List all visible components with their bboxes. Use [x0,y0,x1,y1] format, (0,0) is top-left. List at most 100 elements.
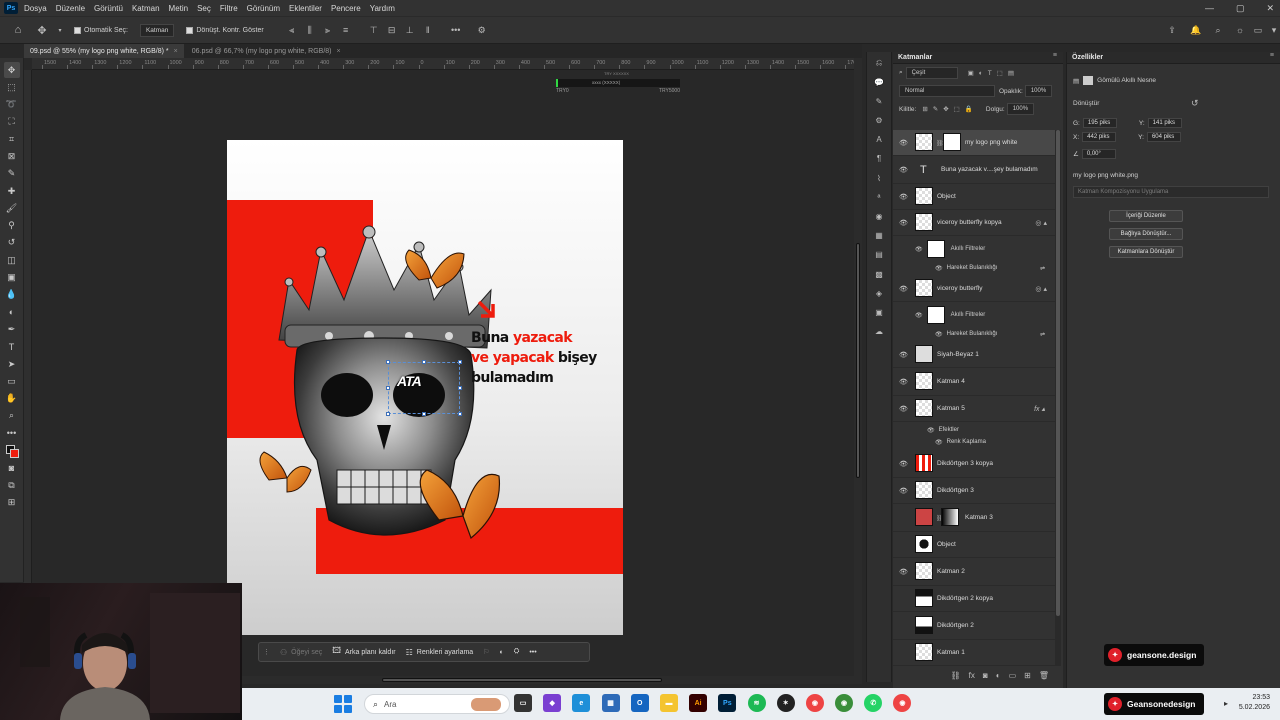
align-middle-icon[interactable]: ⊟ [386,25,398,35]
layer-row[interactable]: Dikdörtgen 2 [893,612,1055,640]
transform-controls-option[interactable]: Dönüşt. Kontr. Göster [186,26,264,34]
minimize-button[interactable]: — [1205,3,1214,13]
filter-options-icon[interactable]: ⇌ [1040,265,1045,272]
layer-row[interactable]: Dikdörtgen 2 kopya [893,586,1055,612]
workspace-icon[interactable]: ▭ [1252,25,1264,35]
move-tool-icon[interactable]: ✥ [36,25,48,37]
lightbulb-icon[interactable]: ☼ [1234,25,1246,35]
character-icon[interactable]: A [872,133,886,147]
resize-handle[interactable] [386,386,390,390]
layer-row[interactable]: 👁 Katman 4 [893,368,1055,396]
headline-text[interactable]: Buna yazacak ve yapacak bişey bulamadım [471,328,597,388]
resize-handle[interactable] [386,412,390,416]
smart-filter-icon[interactable]: ◎ ▴ [1035,285,1047,293]
drag-handle-icon[interactable]: ⋮ [263,648,270,656]
stamp-tool-icon[interactable]: ⚲ [4,218,20,234]
fx-icon[interactable]: fx ▴ [1034,405,1045,413]
new-group-icon[interactable]: ▭ [1009,671,1017,680]
history-brush-icon[interactable]: ↺ [4,235,20,251]
chevron-down-icon[interactable]: ▾ [54,25,66,35]
menu-pencere[interactable]: Pencere [331,4,361,13]
menu-sec[interactable]: Seç [197,4,211,13]
eye-icon[interactable]: 👁 [935,439,943,446]
angle-input[interactable]: 0,00° [1081,149,1116,159]
layer-row[interactable]: 👁 Siyah-Beyaz 1 [893,342,1055,368]
crop-tool-icon[interactable]: ⌗ [4,131,20,147]
comments-icon[interactable]: 💬 [872,75,886,89]
align-right-icon[interactable]: ⫸ [322,25,334,35]
close-icon[interactable]: × [337,48,341,55]
chrome-icon[interactable]: ◉ [805,694,824,712]
layer-row[interactable]: Object [893,532,1055,558]
menu-goruntu[interactable]: Görüntü [94,4,123,13]
layer-row[interactable]: 👁 viceroy butterfly kopya ◎ ▴ [893,210,1055,236]
eye-icon[interactable]: 👁 [935,331,943,338]
explorer-icon[interactable]: ▬ [659,694,678,712]
gear-icon[interactable]: ⚙ [476,25,488,35]
layer-row[interactable]: 👁 ⛓ my logo png white [893,130,1055,156]
eye-icon[interactable]: 👁 [899,285,909,293]
patterns-icon[interactable]: ▩ [872,267,886,281]
link-layers-icon[interactable]: ⛓ [951,671,961,680]
eye-icon[interactable]: 👁 [899,193,909,201]
more-tools-icon[interactable]: ••• [4,425,20,441]
add-mask-icon[interactable]: ◙ [983,671,988,680]
convert-to-linked-button[interactable]: Bağlıya Dönüştür... [1109,228,1183,240]
auto-select-checkbox[interactable] [74,26,81,34]
eye-icon[interactable]: 👁 [899,460,909,468]
layer-row[interactable]: 👁 Katman 5 fx ▴ [893,396,1055,422]
home-icon[interactable]: ⌂ [12,24,24,36]
spotify-icon[interactable]: ≋ [747,694,766,712]
artboard-icon[interactable]: ⊞ [4,494,20,510]
convert-to-layers-button[interactable]: Katmanlara Dönüştür [1109,246,1183,258]
tab-09-psd[interactable]: 09.psd @ 55% (my logo png white, RGB/8) … [24,44,184,58]
transform-controls-checkbox[interactable] [186,26,194,34]
frame-tool-icon[interactable]: ⊠ [4,148,20,164]
mask-thumbnail[interactable] [943,133,961,151]
document-canvas[interactable]: Buna yazacak ve yapacak bişey bulamadım … [227,140,623,635]
share-icon[interactable]: ⇪ [1166,25,1178,35]
path-select-tool-icon[interactable]: ➤ [4,356,20,372]
resize-handle[interactable] [458,412,462,416]
close-button[interactable]: ✕ [1266,3,1274,14]
background-color[interactable] [9,448,19,458]
mask-thumbnail[interactable] [941,508,959,526]
store-icon[interactable]: ▦ [601,694,620,712]
color-swatches[interactable] [4,443,20,459]
eye-icon[interactable]: 👁 [899,139,909,147]
panel-menu-icon[interactable]: ≡ [1053,52,1057,59]
transform-selection[interactable]: ATA [386,360,462,416]
canvas-vertical-scrollbar[interactable] [854,58,862,676]
menu-katman[interactable]: Katman [132,4,160,13]
chrome-icon[interactable]: ◉ [893,694,912,712]
zoom-tool-icon[interactable]: ⌕ [4,408,20,424]
eye-icon[interactable]: 👁 [899,405,909,413]
width-input[interactable]: 195 piks [1082,118,1117,128]
layer-row[interactable]: ⛓ Katman 3 [893,504,1055,532]
eye-icon[interactable]: 👁 [915,246,923,253]
rectangle-tool-icon[interactable]: ▭ [4,373,20,389]
chevron-up-icon[interactable]: ▸ [1224,699,1228,708]
align-top-icon[interactable]: ⊤ [368,25,380,35]
paragraph-icon[interactable]: ¶ [872,152,886,166]
cloud-icon[interactable]: ☁ [872,325,886,339]
y-input[interactable]: 604 piks [1146,132,1181,142]
chevron-down-icon[interactable]: ▾ [1268,25,1280,35]
distribute-vertical-icon[interactable]: ‖ [422,25,434,35]
adjustment-layer-icon[interactable]: ◐ [996,671,1001,680]
trash-icon[interactable]: 🗑 [1039,671,1049,680]
task-view-icon[interactable]: ▭ [514,694,532,712]
menu-duzenle[interactable]: Düzenle [56,4,85,13]
screen-mode-icon[interactable]: ⧉ [4,477,20,493]
eyedropper-tool-icon[interactable]: ✎ [4,166,20,182]
scroll-thumb[interactable] [856,243,860,478]
remove-background-button[interactable]: 🖾 Arka planı kaldır [332,645,395,659]
glyphs-icon[interactable]: ª [872,190,886,204]
layer-row[interactable]: Katman 1 [893,640,1055,666]
quick-mask-icon[interactable]: ◙ [4,460,20,476]
filter-type-icons[interactable]: ▣◐T⬚▤ [968,69,1019,77]
menu-gorunum[interactable]: Görünüm [247,4,280,13]
layer-row[interactable]: 👁 Object [893,184,1055,210]
fx-icon[interactable]: fx [969,671,975,680]
scroll-thumb[interactable] [1056,130,1060,616]
